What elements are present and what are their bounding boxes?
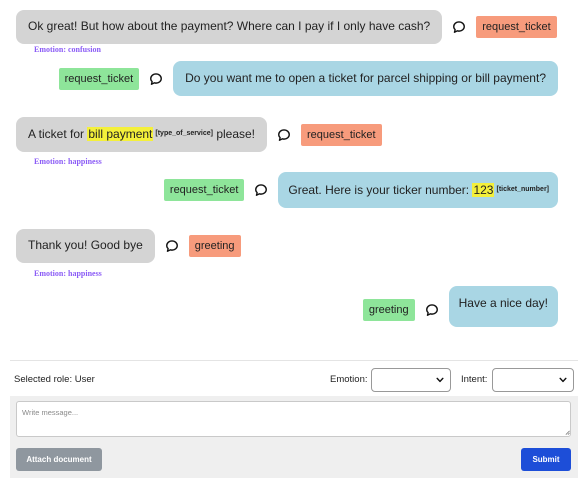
attach-document-button[interactable]: Attach document [16,448,102,471]
intent-badge: request_ticket [301,123,382,146]
message-input[interactable] [16,401,571,437]
intent-select[interactable] [492,368,574,392]
chevron-down-icon [436,376,444,384]
submit-button[interactable]: Submit [521,448,571,471]
bot-message-row: greeting Have a nice day! [362,286,558,327]
intent-badge: request_ticket [163,179,245,201]
slot-value-highlight: 123 [472,183,495,197]
message-text: please! [212,127,256,141]
user-message-bubble: Thank you! Good bye [16,229,155,263]
slot-value-highlight: bill payment [87,127,154,141]
bot-message-bubble: Have a nice day! [448,286,558,327]
user-message-row: Thank you! Good bye greeting [16,229,241,263]
resize-grip-icon[interactable] [565,430,570,435]
composer-header: Selected role: User Emotion: Intent: [10,360,578,396]
bot-message-row: request_ticket Do you want me to open a … [58,61,558,96]
message-text: Great. Here is your ticker number: [288,183,473,197]
chat-transcript: Ok great! But how about the payment? Whe… [0,0,578,350]
intent-badge: request_ticket [58,67,140,90]
intent-badge: greeting [362,298,415,321]
emotion-select[interactable] [371,368,451,392]
emotion-label: Emotion: happiness [34,157,102,166]
emotion-select-label: Emotion: [330,374,368,385]
bot-message-bubble: Great. Here is your ticker number: 123 [t… [278,172,558,208]
speech-bubble-icon[interactable] [165,239,179,253]
speech-bubble-icon[interactable] [254,183,268,197]
bot-message-row: request_ticket Great. Here is your ticke… [163,172,558,208]
slot-tag: [type_of_service] [155,130,213,137]
message-composer-panel: Selected role: User Emotion: Intent: Att… [10,360,578,478]
message-text: A ticket for [28,127,88,141]
speech-bubble-icon[interactable] [149,72,163,86]
intent-badge: request_ticket [476,16,557,38]
intent-select-label: Intent: [461,374,488,385]
speech-bubble-icon[interactable] [277,128,291,142]
selected-role-text: Selected role: User [14,374,95,385]
user-message-bubble: A ticket for bill payment [type_of_servic… [16,117,268,152]
speech-bubble-icon[interactable] [452,20,466,34]
bot-message-bubble: Do you want me to open a ticket for parc… [173,61,558,96]
user-message-row: Ok great! But how about the payment? Whe… [16,10,557,44]
emotion-label: Emotion: confusion [34,45,101,54]
speech-bubble-icon[interactable] [425,303,439,317]
intent-badge: greeting [188,235,241,257]
slot-tag: [ticket_number] [496,186,549,193]
chevron-down-icon [559,376,567,384]
user-message-bubble: Ok great! But how about the payment? Whe… [16,10,443,44]
user-message-row: A ticket for bill payment [type_of_servic… [16,117,382,152]
emotion-label: Emotion: happiness [34,269,102,278]
